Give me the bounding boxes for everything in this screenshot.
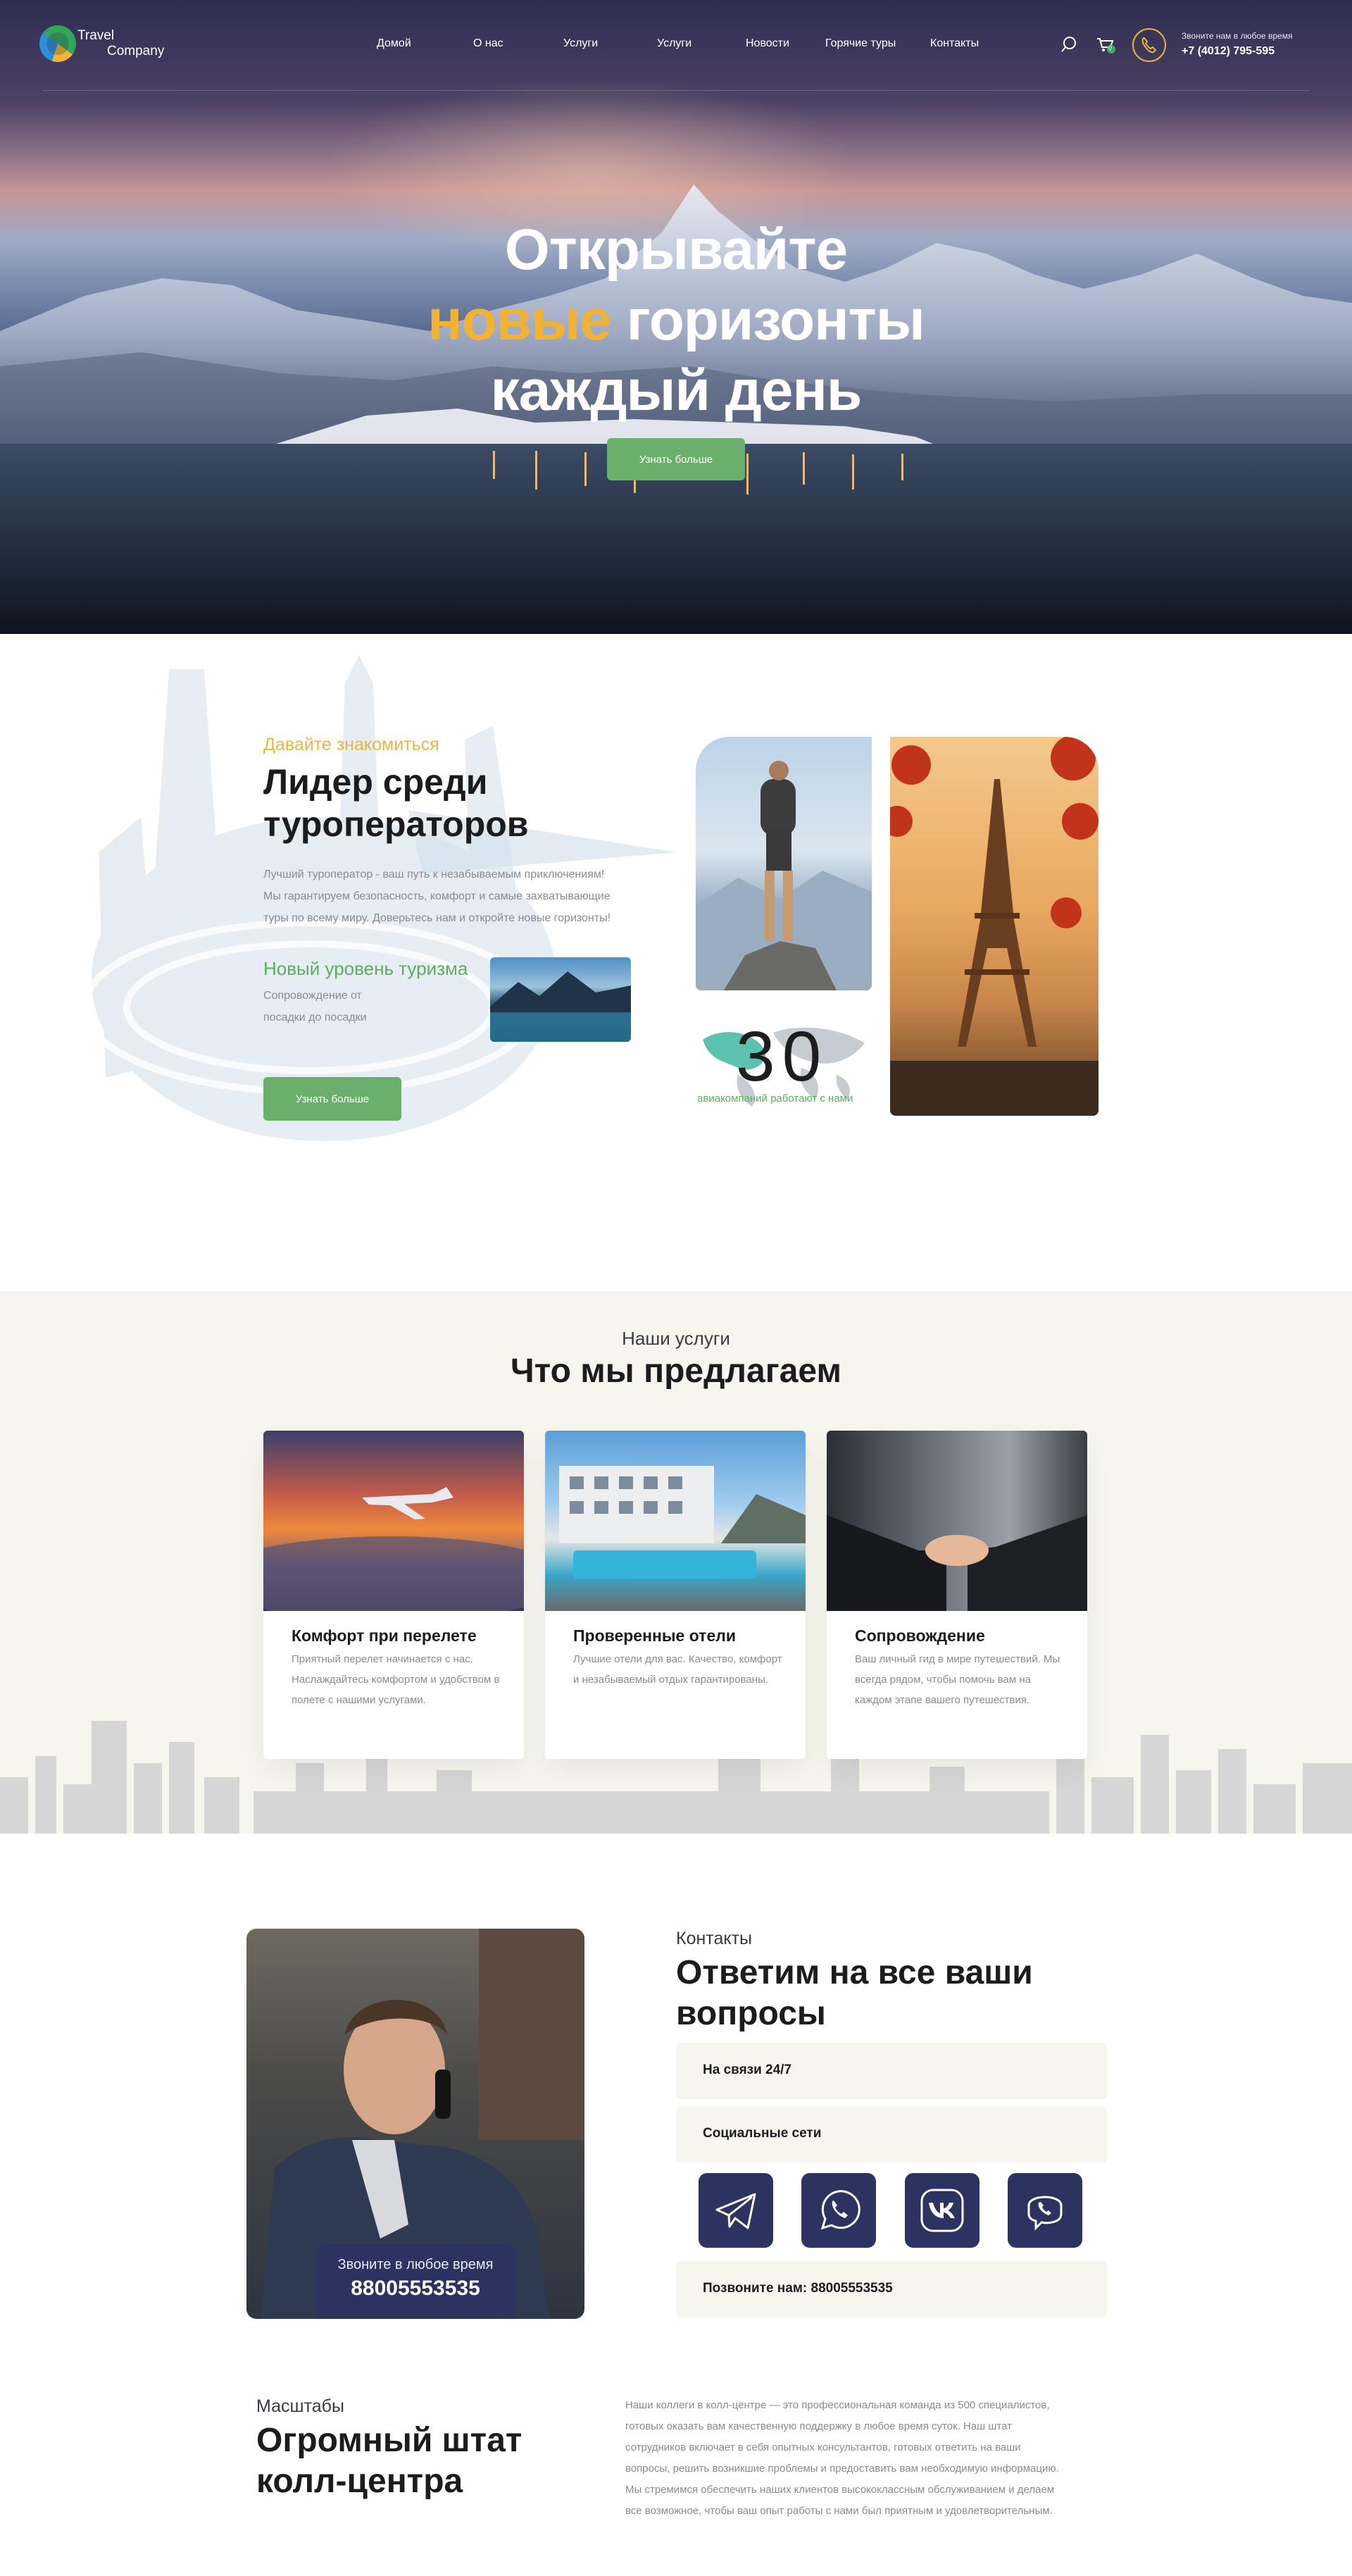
nav-contacts[interactable]: Контакты — [930, 37, 979, 50]
eiffel-tower-photo — [890, 737, 1098, 1116]
about-title-line2: туроператоров — [263, 804, 529, 844]
contact-row-label: Позвоните нам: 88005553535 — [703, 2281, 893, 2296]
service-card-support[interactable]: Сопровождение Ваш личный гид в мире путе… — [827, 1431, 1087, 1759]
photo-caption: Звоните в любое время — [337, 2257, 494, 2272]
hero-learn-more-button[interactable]: Узнать больше — [607, 438, 745, 480]
service-title: Проверенные отели — [573, 1626, 736, 1645]
hiker-photo — [696, 737, 872, 990]
search-icon[interactable] — [1058, 32, 1082, 56]
airlines-count: 30 — [736, 1017, 829, 1096]
service-text: Лучшие отели для вас. Качество, комфорт … — [573, 1653, 782, 1686]
airlines-label: авиакомпаний работают с нами — [697, 1093, 853, 1105]
contacts-title-line1: Ответим на все ваши — [676, 1954, 1033, 1991]
cart-count: 0 — [1108, 44, 1113, 51]
logo-text-travel: Travel — [77, 28, 115, 43]
about-paragraph-line: Лучший туроператор - ваш путь к незабыва… — [263, 869, 605, 881]
vk-button[interactable] — [905, 2173, 979, 2248]
about-kicker: Давайте знакомиться — [263, 735, 439, 754]
scale-paragraph: Наши коллеги в колл-центре — это професс… — [625, 2395, 1118, 2522]
nav-services-2[interactable]: Услуги — [657, 37, 691, 50]
contacts-title: Ответим на все ваши вопросы — [676, 1953, 1033, 2034]
contact-row-call[interactable]: Позвоните нам: 88005553535 — [676, 2261, 1107, 2317]
whatsapp-icon — [820, 2190, 860, 2230]
photo-caption-box: Звоните в любое время 88005553535 — [315, 2244, 515, 2319]
telegram-icon — [715, 2193, 756, 2229]
scale-paragraph-line: вопросы, решить возникшие проблемы и пре… — [625, 2463, 1059, 2475]
nav-about[interactable]: О нас — [473, 37, 503, 50]
service-card-hotels[interactable]: Проверенные отели Лучшие отели для вас. … — [545, 1431, 806, 1759]
about-subtext-line: посадки до посадки — [263, 1012, 367, 1023]
scale-paragraph-line: Мы стремимся обеспечить наших клиентов в… — [625, 2484, 1055, 2496]
service-title: Сопровождение — [855, 1626, 985, 1645]
nav-hot-tours[interactable]: Горячие туры — [825, 37, 896, 50]
about-paragraph-line: Мы гарантируем безопасность, комфорт и с… — [263, 890, 611, 902]
scale-title-line2: колл-центра — [256, 2462, 463, 2500]
world-landmarks-watermark — [81, 655, 676, 1141]
about-title: Лидер среди туроператоров — [263, 761, 529, 845]
hero-title-line3: каждый день — [490, 359, 863, 423]
scale-paragraph-line: Наши коллеги в колл-центре — это професс… — [625, 2399, 1050, 2411]
vk-icon — [920, 2189, 964, 2232]
service-text: Ваш личный гид в мире путешествий. Мы вс… — [855, 1653, 1060, 1706]
about-subtext-line: Сопровождение от — [263, 990, 362, 1002]
contact-row-24-7: На связи 24/7 — [676, 2043, 1107, 2099]
header-phone[interactable]: +7 (4012) 795-595 — [1182, 45, 1275, 58]
nav-services[interactable]: Услуги — [563, 37, 598, 50]
nav-news[interactable]: Новости — [746, 37, 789, 50]
services-kicker: Наши услуги — [622, 1328, 730, 1349]
globe-logo-icon — [39, 25, 76, 62]
about-subtext: Сопровождение от посадки до посадки — [263, 985, 404, 1028]
telegram-button[interactable] — [699, 2173, 773, 2248]
contacts-title-line2: вопросы — [676, 1994, 826, 2032]
hero-title-line1: Открывайте — [504, 218, 848, 282]
services-title: Что мы предлагаем — [510, 1352, 841, 1390]
logo[interactable]: Travel Company — [39, 25, 180, 65]
contact-row-label: Социальные сети — [703, 2126, 822, 2141]
logo-text-company: Company — [107, 44, 165, 58]
lake-photo-thumbnail — [490, 957, 631, 1042]
nav-home[interactable]: Домой — [377, 37, 411, 50]
header-divider — [42, 90, 1310, 91]
photo-phone[interactable]: 88005553535 — [315, 2277, 515, 2301]
scale-kicker: Масштабы — [256, 2396, 344, 2416]
cart-icon[interactable]: 0 — [1094, 32, 1118, 56]
about-paragraph: Лучший туроператор - ваш путь к незабыва… — [263, 864, 644, 929]
service-card-flight[interactable]: Комфорт при перелете Приятный перелет на… — [263, 1431, 524, 1759]
service-title: Комфорт при перелете — [292, 1626, 477, 1645]
hero-section: Travel Company Домой О нас Услуги Услуги… — [0, 0, 1352, 634]
service-text: Приятный перелет начинается с нас. Насла… — [292, 1653, 500, 1706]
whatsapp-button[interactable] — [801, 2173, 876, 2248]
scale-title-line1: Огромный штат — [256, 2422, 522, 2459]
scale-paragraph-line: все возможное, чтобы ваш опыт работы с н… — [625, 2505, 1053, 2517]
hero-title-line2-rest: горизонты — [611, 288, 925, 352]
about-learn-more-button[interactable]: Узнать больше — [263, 1077, 401, 1121]
call-center-photo: Звоните в любое время 88005553535 — [246, 1929, 584, 2319]
scale-paragraph-line: сотрудников включает в себя опытных конс… — [625, 2441, 1021, 2453]
about-title-line1: Лидер среди — [263, 762, 488, 802]
call-hint: Звоните нам в любое время — [1182, 31, 1293, 41]
contact-row-socials: Социальные сети — [676, 2106, 1107, 2163]
hotel-photo — [545, 1431, 806, 1611]
hero-title-line2: новые горизонты — [0, 287, 1352, 354]
about-paragraph-line: туры по всему миру. Доверьтесь нам и отк… — [263, 912, 611, 924]
contacts-kicker: Контакты — [676, 1929, 752, 1948]
viber-button[interactable] — [1008, 2173, 1082, 2248]
hero-accent-word: новые — [427, 288, 612, 352]
scale-paragraph-line: готовых оказать вам качественную поддерж… — [625, 2420, 1012, 2432]
phone-icon[interactable] — [1132, 28, 1166, 62]
viber-icon — [1027, 2196, 1063, 2231]
contact-row-label: На связи 24/7 — [703, 2062, 792, 2077]
about-subtitle: Новый уровень туризма — [263, 958, 468, 979]
handshake-photo — [827, 1431, 1087, 1611]
scale-title: Огромный штат колл-центра — [256, 2420, 522, 2501]
flight-photo — [263, 1431, 524, 1611]
